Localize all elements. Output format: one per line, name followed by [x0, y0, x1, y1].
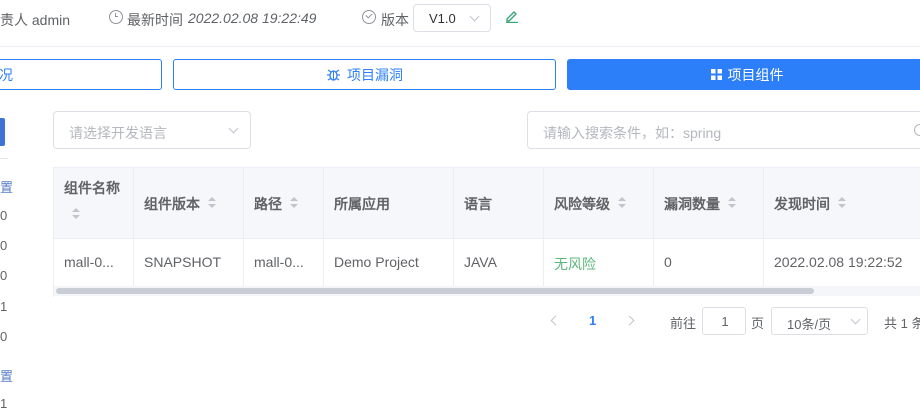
cell-found-time: 2022.02.08 19:22:52: [774, 254, 903, 270]
column-header-found-time[interactable]: 发现时间: [764, 168, 920, 238]
sidebar-item-count: 0: [0, 329, 8, 344]
column-header-version[interactable]: 组件版本: [134, 168, 244, 238]
clock-icon: [109, 10, 123, 24]
version-select[interactable]: V1.0: [413, 4, 491, 32]
search-input[interactable]: 请输入搜索条件，如：spring: [527, 111, 920, 149]
sidebar-divider: [0, 158, 8, 159]
horizontal-scrollbar[interactable]: [54, 286, 920, 296]
page-unit-label: 页: [751, 316, 765, 331]
column-header-application[interactable]: 所属应用: [324, 168, 454, 238]
cell-risk-level: 无风险: [544, 238, 654, 286]
sidebar-item-label[interactable]: 置: [0, 366, 13, 385]
column-header-risk-level[interactable]: 风险等级: [544, 168, 654, 238]
sidebar-item-count: 1: [0, 396, 8, 411]
cell-application: Demo Project: [324, 238, 454, 286]
sidebar-item-count: 0: [0, 238, 8, 253]
search-icon[interactable]: [914, 124, 920, 136]
sidebar-item-count: 1: [0, 299, 8, 314]
latest-time-value: 2022.02.08 19:22:49: [188, 10, 317, 26]
sidebar-item-count: 0: [0, 208, 8, 223]
goto-label: 前往: [670, 316, 697, 331]
sidebar-item-label[interactable]: 置: [0, 177, 13, 196]
sort-icon[interactable]: [838, 197, 846, 209]
tab-overview-label: 况: [0, 66, 13, 83]
column-header-language[interactable]: 语言: [454, 168, 544, 238]
sidebar-item-count: 0: [0, 268, 8, 283]
column-header-name[interactable]: 组件名称: [54, 168, 134, 238]
cell-vuln-count: 0: [654, 238, 764, 286]
tab-vulnerabilities[interactable]: 项目漏洞: [173, 59, 556, 90]
search-placeholder: 请输入搜索条件，如：spring: [543, 125, 722, 141]
chevron-down-icon: [850, 314, 861, 325]
cell-version: SNAPSHOT: [134, 238, 244, 286]
risk-badge: 无风险: [554, 256, 596, 272]
tab-vulnerabilities-label: 项目漏洞: [347, 66, 403, 83]
column-header-vuln-count[interactable]: 漏洞数量: [654, 168, 764, 238]
prev-page-icon[interactable]: [550, 315, 561, 326]
grid-icon: [710, 69, 722, 80]
sort-icon[interactable]: [290, 197, 298, 209]
sort-icon[interactable]: [208, 197, 216, 209]
latest-time-label: 最新时间: [127, 12, 183, 28]
next-page-icon[interactable]: [624, 315, 635, 326]
bug-icon: [327, 69, 340, 81]
cell-language: JAVA: [454, 238, 544, 286]
scrollbar-thumb[interactable]: [56, 288, 814, 294]
edit-icon[interactable]: [505, 9, 519, 23]
cell-name: mall-0...: [54, 238, 134, 286]
table-row[interactable]: mall-0... SNAPSHOT mall-0... Demo Projec…: [54, 238, 920, 287]
owner-text: 责人 admin: [0, 12, 71, 28]
project-header: 责人 admin 最新时间 2022.02.08 19:22:49 版本 V1.…: [0, 0, 920, 47]
goto-page-input[interactable]: 1: [702, 307, 746, 335]
components-table: 组件名称 组件版本 路径 所属应用 语言 风险等级 漏洞数量 发现时间 mall…: [53, 167, 920, 297]
language-select-placeholder: 请选择开发语言: [69, 125, 167, 141]
table-header: 组件名称 组件版本 路径 所属应用 语言 风险等级 漏洞数量 发现时间: [54, 167, 920, 239]
tab-components-label: 项目组件: [727, 66, 784, 83]
sort-icon[interactable]: [618, 197, 626, 209]
language-select[interactable]: 请选择开发语言: [53, 111, 251, 149]
sort-icon[interactable]: [72, 208, 80, 220]
total-count: 共 1 条: [884, 316, 920, 331]
column-header-path[interactable]: 路径: [244, 168, 324, 238]
version-icon: [362, 10, 376, 24]
page-number-current[interactable]: 1: [589, 313, 596, 328]
cell-path: mall-0...: [244, 238, 324, 286]
sort-icon[interactable]: [728, 197, 736, 209]
version-label: 版本: [381, 12, 409, 28]
page-size-select[interactable]: 10条/页: [771, 307, 868, 335]
sidebar-active-marker: [0, 118, 5, 146]
tab-components[interactable]: 项目组件: [567, 59, 920, 90]
version-value: V1.0: [429, 11, 456, 26]
chevron-down-icon: [228, 123, 239, 134]
chevron-down-icon: [469, 11, 480, 22]
tab-overview[interactable]: 况: [0, 59, 162, 90]
